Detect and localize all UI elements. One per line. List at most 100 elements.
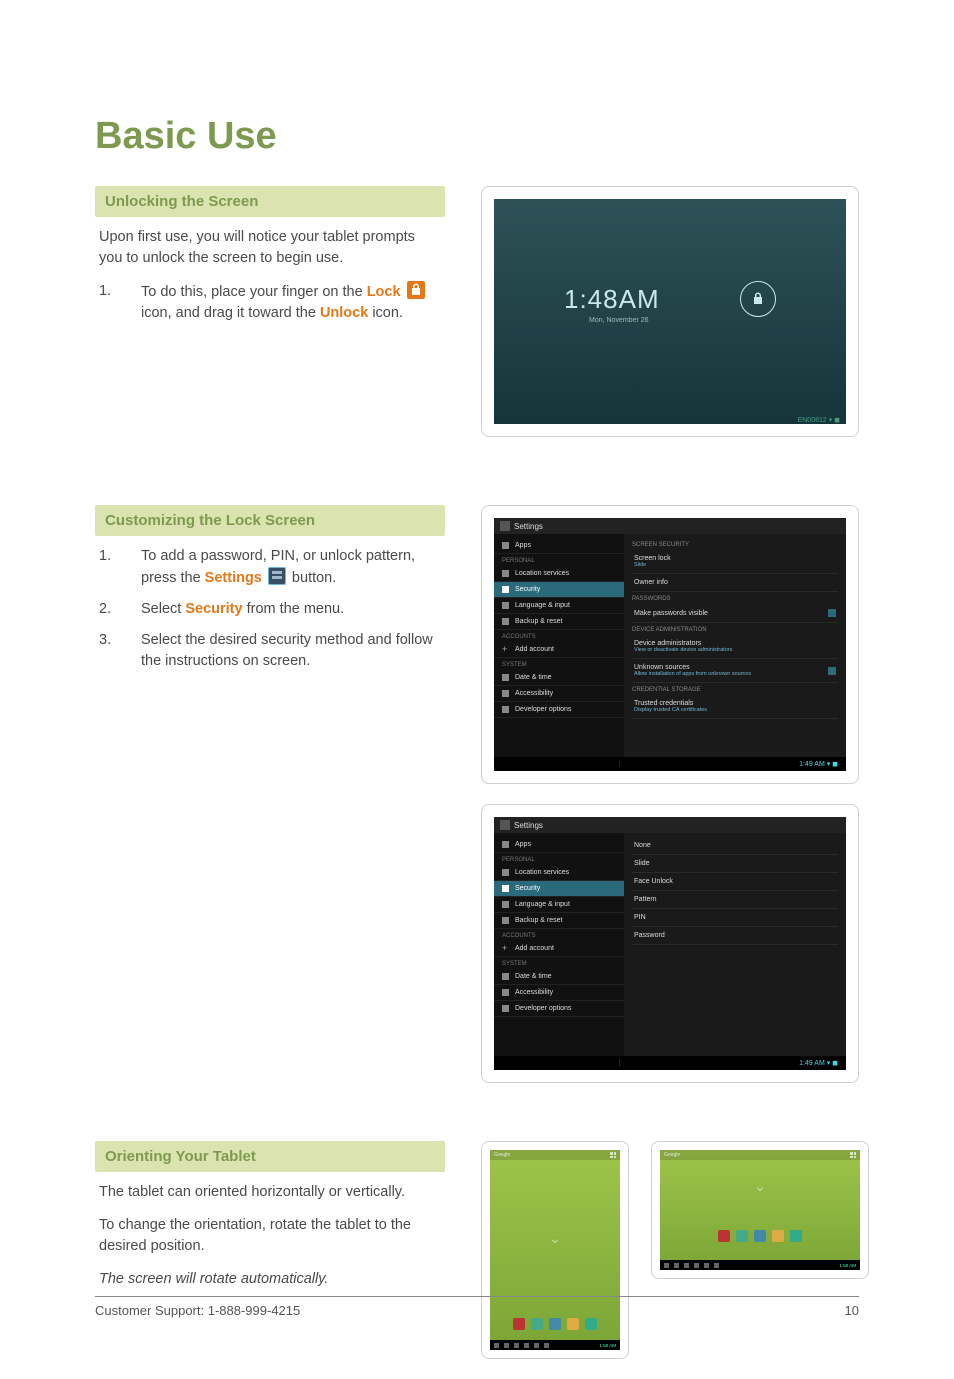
label: Pattern (634, 896, 657, 903)
option-slide[interactable]: Slide (632, 855, 838, 873)
label: Backup & reset (515, 917, 562, 924)
home-topbar: Google (660, 1150, 860, 1160)
sidebar-item-security[interactable]: Security (494, 582, 624, 598)
apps-grid-icon[interactable] (610, 1152, 616, 1158)
vol-icon[interactable] (534, 1343, 539, 1348)
settings-main: None Slide Face Unlock Pattern PIN Passw… (624, 833, 846, 1056)
vol-icon[interactable] (694, 1263, 699, 1268)
dock-app[interactable] (513, 1318, 525, 1330)
dock-app[interactable] (718, 1230, 730, 1242)
navbar-time: 1:50 AM (599, 1343, 616, 1348)
sidebar-item-apps[interactable]: Apps (494, 538, 624, 554)
back-icon[interactable] (494, 1343, 499, 1348)
sidebar-item-backup[interactable]: Backup & reset (494, 913, 624, 929)
row-trusted-credentials[interactable]: Trusted credentialsDisplay trusted CA ce… (632, 695, 838, 719)
screenshot-icon[interactable] (544, 1343, 549, 1348)
settings-security-mockup: Settings Apps PERSONAL Location services… (481, 505, 859, 784)
option-password[interactable]: Password (632, 927, 838, 945)
lockscreen-lock-icon[interactable] (740, 281, 776, 317)
vol-up-icon[interactable] (574, 1059, 582, 1067)
text: Select (141, 601, 185, 617)
orient-p2: To change the orientation, rotate the ta… (95, 1215, 445, 1257)
row-screen-lock[interactable]: Screen lockSlide (632, 550, 838, 574)
home-icon[interactable] (520, 760, 528, 768)
sidebar-item-add-account[interactable]: +Add account (494, 941, 624, 957)
text: from the menu. (243, 601, 345, 617)
settings-title: Settings (514, 821, 543, 830)
dock-app[interactable] (754, 1230, 766, 1242)
apps-grid-icon[interactable] (850, 1152, 856, 1158)
back-icon[interactable] (664, 1263, 669, 1268)
dock (513, 1318, 597, 1330)
vol-up-icon[interactable] (574, 760, 582, 768)
home-icon[interactable] (520, 1059, 528, 1067)
row-device-admins[interactable]: Device administratorsView or deactivate … (632, 635, 838, 659)
vol-icon[interactable] (524, 1343, 529, 1348)
option-pin[interactable]: PIN (632, 909, 838, 927)
sidebar-item-datetime[interactable]: Date & time (494, 969, 624, 985)
recents-icon[interactable] (538, 760, 546, 768)
sidebar-item-accessibility[interactable]: Accessibility (494, 686, 624, 702)
sidebar-item-apps[interactable]: Apps (494, 837, 624, 853)
navbar-time: 1:49 AM ▾ ◼ (799, 760, 838, 768)
dock-app[interactable] (549, 1318, 561, 1330)
home-icon[interactable] (504, 1343, 509, 1348)
label: Security (515, 885, 540, 892)
sidebar-header-accounts: ACCOUNTS (494, 929, 624, 941)
sidebar-item-location[interactable]: Location services (494, 566, 624, 582)
recents-icon[interactable] (538, 1059, 546, 1067)
sidebar-item-add-account[interactable]: +Add account (494, 642, 624, 658)
dock-app[interactable] (772, 1230, 784, 1242)
checkbox-icon[interactable] (828, 609, 836, 617)
label: Accessibility (515, 989, 553, 996)
sidebar-item-datetime[interactable]: Date & time (494, 670, 624, 686)
label: Date & time (515, 674, 552, 681)
settings-icon (268, 567, 286, 585)
vol-icon[interactable] (704, 1263, 709, 1268)
sidebar-item-language[interactable]: Language & input (494, 897, 624, 913)
sidebar-item-language[interactable]: Language & input (494, 598, 624, 614)
dock-app[interactable] (790, 1230, 802, 1242)
screenshot-icon[interactable] (592, 1059, 600, 1067)
sidebar-header-personal: PERSONAL (494, 554, 624, 566)
option-face-unlock[interactable]: Face Unlock (632, 873, 838, 891)
home-topbar: Google (490, 1150, 620, 1160)
dock-app[interactable] (531, 1318, 543, 1330)
screenshot-icon[interactable] (592, 760, 600, 768)
checkbox-icon[interactable] (828, 667, 836, 675)
label: Security (515, 586, 540, 593)
label: Apps (515, 841, 531, 848)
recents-icon[interactable] (684, 1263, 689, 1268)
sidebar-item-developer[interactable]: Developer options (494, 702, 624, 718)
unlock-label: Unlock (320, 305, 368, 321)
row-passwords-visible[interactable]: Make passwords visible (632, 604, 838, 623)
search-widget[interactable]: Google (664, 1152, 680, 1158)
option-none[interactable]: None (632, 837, 838, 855)
back-icon[interactable] (502, 1059, 510, 1067)
row-unknown-sources[interactable]: Unknown sourcesAllow installation of app… (632, 659, 838, 683)
search-widget[interactable]: Google (494, 1152, 510, 1158)
dock-app[interactable] (585, 1318, 597, 1330)
sidebar-item-developer[interactable]: Developer options (494, 1001, 624, 1017)
plus-icon: + (502, 945, 509, 952)
sidebar-item-accessibility[interactable]: Accessibility (494, 985, 624, 1001)
option-pattern[interactable]: Pattern (632, 891, 838, 909)
homescreen-landscape-mockup: Google ⌄ (651, 1141, 869, 1279)
sidebar-item-location[interactable]: Location services (494, 865, 624, 881)
vol-down-icon[interactable] (556, 760, 564, 768)
label: Device administrators (634, 640, 701, 647)
text: To do this, place your finger on the (141, 284, 367, 300)
home-icon[interactable] (674, 1263, 679, 1268)
text: button. (288, 570, 336, 586)
row-owner-info[interactable]: Owner info (632, 574, 838, 592)
dock-app[interactable] (736, 1230, 748, 1242)
dock-app[interactable] (567, 1318, 579, 1330)
back-icon[interactable] (502, 760, 510, 768)
clock-icon (502, 674, 509, 681)
sidebar-item-security[interactable]: Security (494, 881, 624, 897)
recents-icon[interactable] (514, 1343, 519, 1348)
sidebar-item-backup[interactable]: Backup & reset (494, 614, 624, 630)
settings-sidebar: Apps PERSONAL Location services Security… (494, 833, 624, 1056)
screenshot-icon[interactable] (714, 1263, 719, 1268)
vol-down-icon[interactable] (556, 1059, 564, 1067)
